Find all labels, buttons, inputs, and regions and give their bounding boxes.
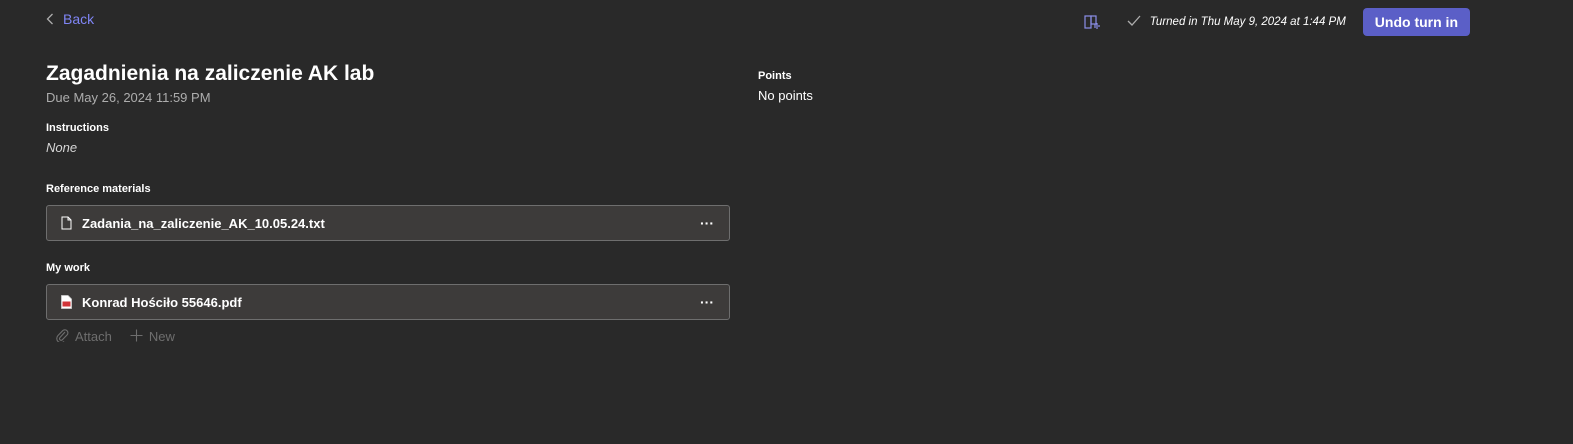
plus-icon <box>130 329 143 345</box>
top-actions: Turned in Thu May 9, 2024 at 1:44 PM Und… <box>1084 8 1470 36</box>
back-label: Back <box>63 11 95 27</box>
assignment-page: Back Turned in Thu May 9, 2024 at 1:44 P… <box>0 0 1573 444</box>
more-icon[interactable]: ··· <box>695 290 719 314</box>
my-work-file-card[interactable]: Konrad Hościło 55646.pdf ··· <box>46 284 730 320</box>
assignment-title: Zagadnienia na zaliczenie AK lab <box>46 62 375 85</box>
back-link[interactable]: Back <box>46 11 94 27</box>
turned-in-status: Turned in Thu May 9, 2024 at 1:44 PM <box>1127 15 1346 29</box>
paperclip-icon <box>56 328 69 345</box>
text-file-icon <box>60 216 73 230</box>
work-actions: Attach New <box>56 328 175 345</box>
my-work-file-name: Konrad Hościło 55646.pdf <box>82 294 242 310</box>
new-button[interactable]: New <box>130 329 175 345</box>
my-work-label: My work <box>46 262 91 274</box>
due-date: Due May 26, 2024 11:59 PM <box>46 90 211 105</box>
instructions-label: Instructions <box>46 122 109 134</box>
reference-materials-label: Reference materials <box>46 183 151 195</box>
points-value: No points <box>758 88 813 103</box>
attach-button[interactable]: Attach <box>56 328 112 345</box>
turned-in-text: Turned in Thu May 9, 2024 at 1:44 PM <box>1149 16 1346 28</box>
undo-turn-in-button[interactable]: Undo turn in <box>1362 8 1470 36</box>
immersive-reader-icon[interactable] <box>1084 14 1101 30</box>
pdf-file-icon <box>60 295 73 309</box>
new-label: New <box>148 329 175 344</box>
checkmark-icon <box>1127 15 1141 29</box>
reference-file-card[interactable]: Zadania_na_zaliczenie_AK_10.05.24.txt ··… <box>46 205 730 241</box>
attach-label: Attach <box>75 329 112 344</box>
reference-file-name: Zadania_na_zaliczenie_AK_10.05.24.txt <box>82 215 325 231</box>
chevron-left-icon <box>46 13 54 25</box>
instructions-value: None <box>46 140 78 155</box>
more-icon[interactable]: ··· <box>695 211 719 235</box>
points-label: Points <box>758 70 792 82</box>
